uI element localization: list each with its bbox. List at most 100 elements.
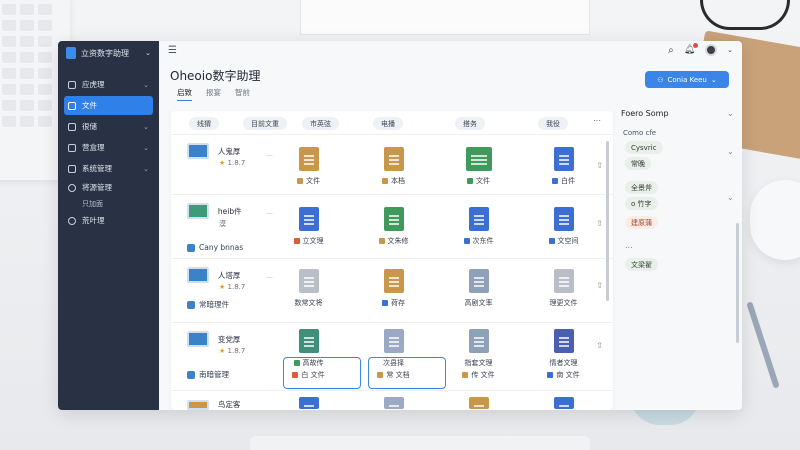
chevron-down-icon[interactable]: ⌄	[727, 46, 733, 54]
file-item[interactable]: 荷存	[351, 269, 436, 308]
list-icon	[68, 143, 76, 152]
sidebar-subitem-1[interactable]: 只加面	[58, 197, 159, 211]
sidebar-item-0[interactable]: 应虎理 ⌄	[64, 75, 153, 94]
column-chip-4[interactable]: 搭务	[455, 117, 485, 130]
tag-0[interactable]: Cysvric	[625, 141, 663, 154]
row-subtitle: 常暗理件	[187, 299, 229, 310]
file-item[interactable]: 白件	[521, 147, 606, 186]
share-icon[interactable]: ⇧	[596, 341, 603, 350]
file-item[interactable]: 文件	[266, 147, 351, 186]
row-rating: ★ 1.8.7	[219, 347, 267, 355]
primary-action-button[interactable]: ⚇ Conia Keeu ⌄	[645, 71, 729, 88]
sidebar-title: 立资数字助理	[81, 48, 129, 58]
tag-label: o 竹字	[631, 199, 652, 208]
sidebar-subitem-2[interactable]: 荒叶理	[64, 213, 153, 228]
vertical-scrollbar[interactable]	[606, 141, 609, 301]
chevron-down-icon[interactable]: ⌄	[145, 49, 151, 57]
avatar[interactable]	[705, 44, 718, 56]
settings-icon	[68, 164, 76, 173]
more-options-icon[interactable]: ⋯	[593, 116, 601, 125]
file-item[interactable]: 文空间	[521, 207, 606, 246]
file-label: 高剧文率	[436, 298, 521, 308]
star-icon: ★	[219, 283, 226, 291]
share-icon[interactable]: ⇧	[596, 281, 603, 290]
file-item[interactable]: 指套文理 传 文件	[436, 329, 521, 380]
file-item-selected[interactable]: 次县择 常 文档	[351, 329, 436, 380]
tag-4[interactable]: 建原蒲	[625, 216, 658, 229]
file-item[interactable]: 本档	[351, 147, 436, 186]
row-subtitle-text: 常暗理件	[199, 300, 229, 309]
document-icon	[553, 329, 574, 353]
document-icon	[298, 397, 319, 409]
sidebar-item-4[interactable]: 系统管理 ⌄	[64, 159, 153, 178]
right-panel-subtitle: Como cfe	[623, 129, 657, 137]
file-name: 理更文件	[549, 299, 578, 307]
file-label: 文件	[266, 176, 351, 186]
row-subtitle-text: 南暗管理	[199, 370, 229, 379]
file-item[interactable]	[436, 397, 521, 409]
document-icon	[468, 329, 489, 353]
file-item[interactable]: 文朱修	[351, 207, 436, 246]
file-item[interactable]	[351, 397, 436, 409]
chevron-down-icon[interactable]: ⌄	[727, 193, 734, 202]
tag-3[interactable]: o 竹字	[625, 197, 658, 210]
top-bar-actions: ⌕ 🔔︎ ⌄	[668, 43, 733, 56]
tab-1[interactable]: 报宴	[206, 87, 221, 101]
file-label: 白件	[521, 176, 606, 186]
file-label: 立文理	[266, 236, 351, 246]
file-item[interactable]: 文件	[436, 147, 521, 186]
gear-icon	[68, 216, 76, 225]
chevron-down-icon: ⌄	[143, 143, 149, 152]
rating-value: 1.8.7	[227, 283, 246, 291]
sidebar-item-3[interactable]: 营盒理 ⌄	[64, 138, 153, 157]
file-item[interactable]: 理更文件	[521, 269, 606, 308]
app-logo-icon	[66, 47, 76, 59]
right-panel-title: Foero Somp	[621, 109, 669, 118]
file-label: 南 文件	[521, 370, 606, 380]
file-name: 白件	[561, 177, 575, 185]
bell-icon[interactable]: 🔔︎	[684, 43, 699, 55]
row-header: heib件 漠	[187, 203, 267, 229]
hamburger-menu-icon[interactable]: ☰	[168, 45, 177, 56]
more-dots[interactable]: ...	[625, 241, 633, 250]
column-chip-0[interactable]: 线猬	[189, 117, 219, 130]
tab-2[interactable]: 智前	[235, 87, 250, 101]
file-item[interactable]: 情者文理 南 文件	[521, 329, 606, 380]
document-icon	[383, 269, 404, 293]
tab-0[interactable]: 启致	[177, 87, 192, 101]
column-chip-3[interactable]: 电播	[373, 117, 403, 130]
folder-icon	[298, 147, 319, 171]
file-name: 高故传	[302, 359, 324, 367]
file-item[interactable]: 数常文将	[266, 269, 351, 308]
file-item[interactable]: 立文理	[266, 207, 351, 246]
tag-2[interactable]: 全景斧	[625, 181, 658, 194]
chevron-down-icon[interactable]: ⌄	[727, 147, 734, 156]
document-icon	[383, 397, 404, 409]
tag-1[interactable]: 常晚	[625, 157, 651, 170]
share-icon[interactable]: ⇧	[596, 161, 603, 170]
file-item[interactable]	[266, 397, 351, 409]
tag-5[interactable]: 文梁翟	[625, 258, 658, 271]
chevron-down-icon: ⌄	[143, 164, 149, 173]
file-item[interactable]: 高剧文率	[436, 269, 521, 308]
column-chip-1[interactable]: 目前文重	[243, 117, 287, 130]
sidebar-subitem-0[interactable]: 将源管理	[64, 180, 153, 195]
file-label: 荷存	[351, 298, 436, 308]
search-icon[interactable]: ⌕	[668, 45, 674, 56]
sidebar-item-2[interactable]: 很储 ⌄	[64, 117, 153, 136]
sidebar-item-label: 应虎理	[82, 80, 105, 89]
file-item[interactable]	[521, 397, 606, 409]
settings-doc-icon	[553, 207, 574, 231]
thumbnail-icon	[187, 143, 209, 159]
right-panel-scrollbar[interactable]	[736, 223, 739, 343]
chevron-down-icon[interactable]: ⌄	[727, 109, 734, 118]
file-item[interactable]: 次东件	[436, 207, 521, 246]
file-item-selected[interactable]: 高故传 白 文件	[266, 329, 351, 380]
file-label: 本档	[351, 176, 436, 186]
column-chip-5[interactable]: 我役	[538, 117, 568, 130]
share-icon[interactable]: ⇧	[596, 219, 603, 228]
document-icon	[298, 207, 319, 231]
sidebar-item-files[interactable]: 文件	[64, 96, 153, 115]
row-subtitle: Cany bnnas	[187, 243, 243, 252]
column-chip-2[interactable]: 市英弦	[302, 117, 339, 130]
